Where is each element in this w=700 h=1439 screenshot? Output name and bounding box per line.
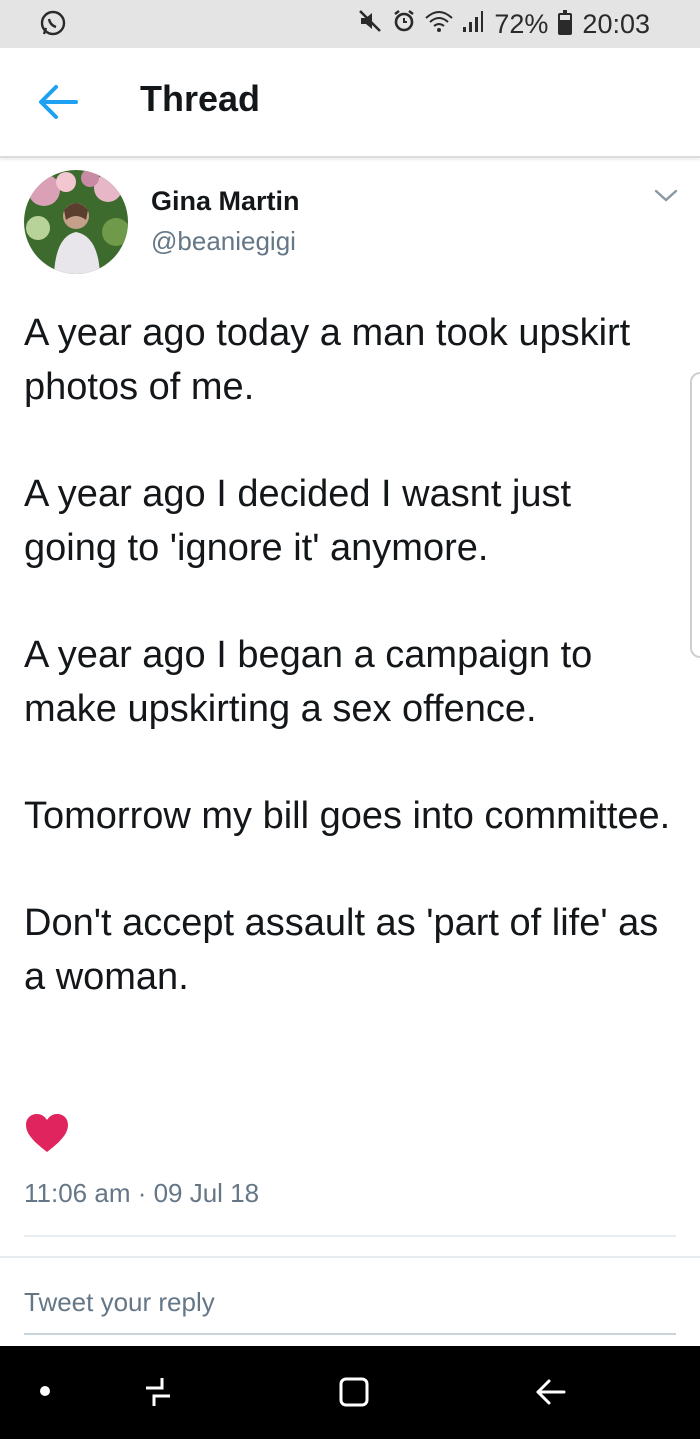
status-bar: 72% 20:03 [0,0,700,48]
back-icon[interactable] [530,1372,570,1412]
tweet-timestamp: 11:06 am · 09 Jul 18 [24,1178,260,1208]
divider [24,1235,676,1237]
divider [0,1256,700,1258]
chevron-down-icon[interactable] [650,184,682,208]
battery-level-fill [560,20,571,33]
heart-icon[interactable] [24,1112,70,1154]
tweet-paragraph: A year ago today a man took upskirt phot… [24,312,631,408]
signal-icon [462,9,484,40]
navigation-bar [0,1346,700,1439]
home-icon[interactable] [334,1372,374,1412]
tweet-paragraph: A year ago I decided I wasnt just going … [24,473,572,569]
avatar[interactable] [24,170,128,274]
reply-underline [24,1333,676,1335]
author-name[interactable]: Gina Martin [151,186,300,217]
back-arrow-icon[interactable] [32,76,84,128]
tweet-text: A year ago today a man took upskirt phot… [24,306,674,1057]
top-bar: Thread [0,48,700,158]
alarm-icon [392,9,416,40]
mute-icon [358,9,384,40]
battery-icon [558,10,573,35]
wifi-icon [424,9,454,40]
author-handle[interactable]: @beaniegigi [151,226,296,257]
status-time: 20:03 [582,8,650,39]
page-title: Thread [140,78,261,119]
dot-icon [40,1386,50,1396]
battery-percent: 72% [494,8,549,39]
tweet-paragraph: Tomorrow my bill goes into committee. [24,795,671,837]
tweet-paragraph: A year ago I began a campaign to make up… [24,634,593,730]
tweet-paragraph: Don't accept assault as 'part of life' a… [24,902,659,998]
reply-input[interactable] [24,1272,676,1332]
scroll-indicator[interactable] [690,372,700,658]
recents-icon[interactable] [138,1374,178,1410]
whatsapp-icon [38,9,68,39]
